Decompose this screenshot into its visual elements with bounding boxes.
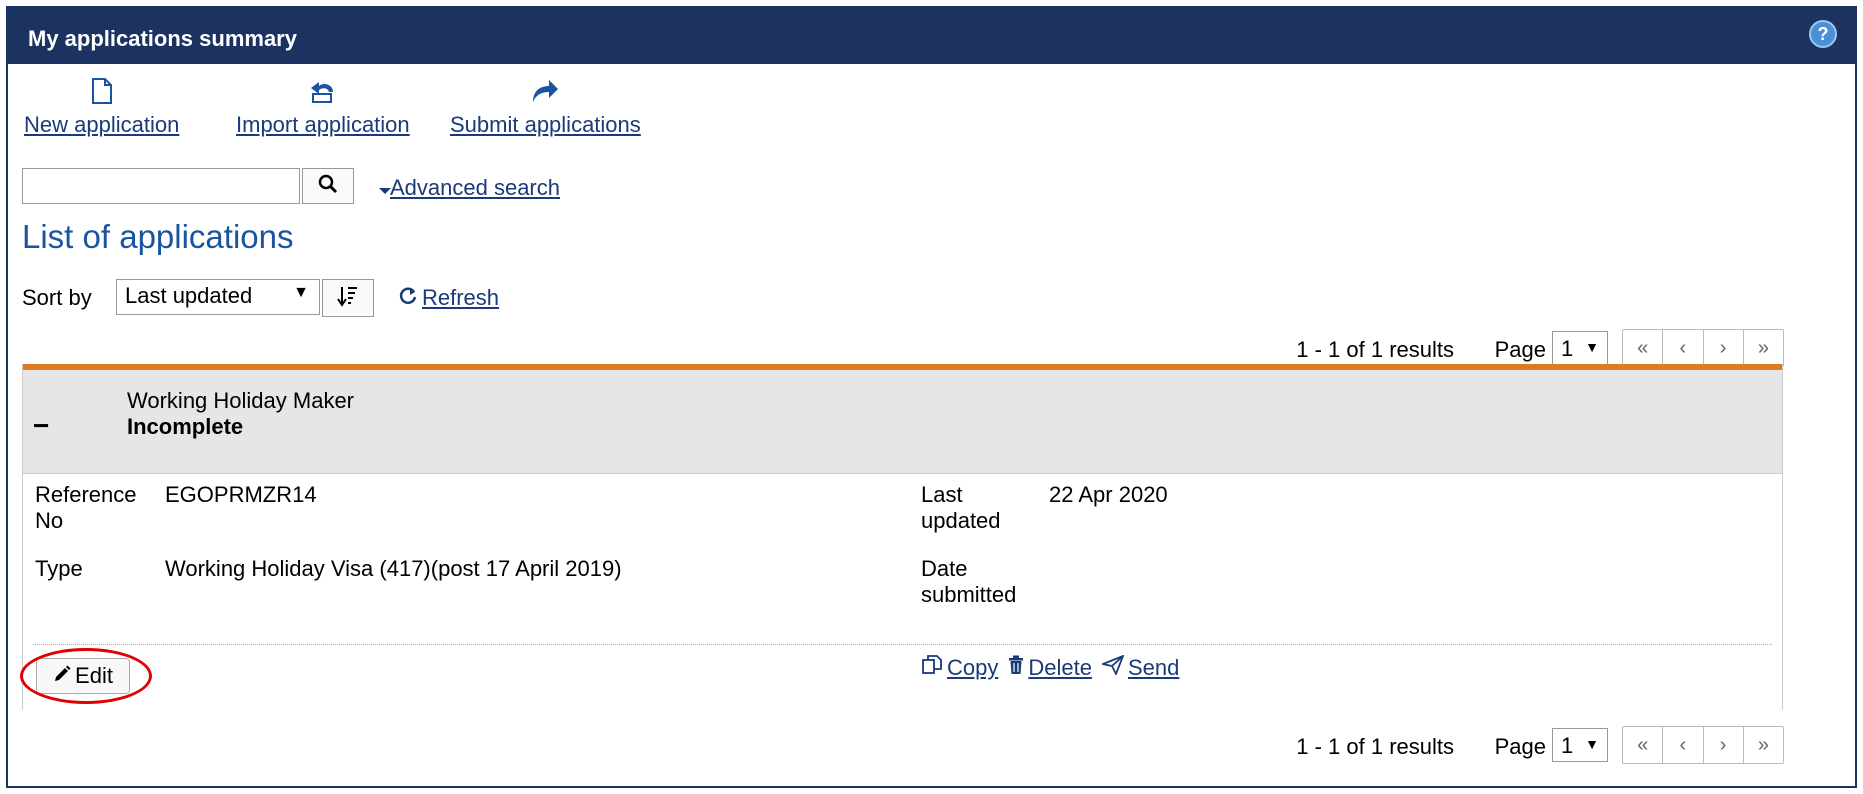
- document-icon: [24, 78, 179, 112]
- page-label: Page: [1494, 734, 1546, 759]
- edit-highlight-ring: [20, 648, 152, 704]
- copy-icon: [921, 655, 943, 681]
- date-submitted-label-line1: Date: [921, 556, 968, 581]
- type-value: Working Holiday Visa (417)(post 17 April…: [165, 556, 622, 581]
- pagination-top: 1 - 1 of 1 results Page 1 ▼ « ‹ › »: [1100, 329, 1784, 369]
- prev-page-button[interactable]: ‹: [1663, 727, 1704, 763]
- delete-action[interactable]: Delete: [1008, 655, 1092, 681]
- trash-icon: [1008, 655, 1024, 681]
- send-link[interactable]: Send: [1128, 655, 1179, 681]
- search-input[interactable]: [22, 168, 300, 204]
- import-application-action[interactable]: Import application: [236, 78, 410, 138]
- collapse-button[interactable]: −: [33, 410, 49, 442]
- sort-label: Sort by: [22, 285, 92, 310]
- sort-value: Last updated: [125, 283, 253, 308]
- type-label: Type: [35, 556, 83, 581]
- last-updated-value: 22 Apr 2020: [1049, 482, 1168, 507]
- copy-action[interactable]: Copy: [921, 655, 998, 681]
- submit-applications-link[interactable]: Submit applications: [450, 112, 641, 137]
- sort-direction-button[interactable]: [322, 279, 374, 317]
- send-icon: [1099, 654, 1125, 681]
- send-action[interactable]: Send: [1099, 654, 1179, 681]
- delete-link[interactable]: Delete: [1028, 655, 1092, 681]
- divider: [33, 644, 1772, 645]
- results-count: 1 - 1 of 1 results: [1296, 337, 1454, 362]
- list-title: List of applications: [22, 218, 294, 255]
- page-nav: « ‹ › »: [1622, 329, 1784, 367]
- sort-descending-icon: [337, 285, 359, 312]
- first-page-button[interactable]: «: [1623, 727, 1664, 763]
- date-submitted-label: Date submitted: [921, 556, 1016, 608]
- panel-header: My applications summary ?: [8, 8, 1855, 64]
- dropdown-arrow-icon: ▼: [293, 284, 309, 301]
- new-application-action[interactable]: New application: [24, 78, 179, 138]
- first-page-button[interactable]: «: [1623, 330, 1664, 366]
- refresh-control[interactable]: Refresh: [398, 285, 499, 311]
- last-updated-label-line1: Last: [921, 482, 963, 507]
- dropdown-arrow-icon: ▼: [1585, 339, 1599, 355]
- refresh-link[interactable]: Refresh: [422, 285, 499, 311]
- last-page-button[interactable]: »: [1744, 330, 1783, 366]
- help-icon[interactable]: ?: [1809, 20, 1837, 48]
- date-submitted-label-line2: submitted: [921, 582, 1017, 607]
- dropdown-arrow-icon: ▼: [1585, 736, 1599, 752]
- reference-value: EGOPRMZR14: [165, 482, 317, 507]
- page-label: Page: [1494, 337, 1546, 362]
- page-select[interactable]: 1 ▼: [1552, 331, 1608, 365]
- page-title: My applications summary: [28, 26, 297, 51]
- import-arrow-icon: [236, 78, 410, 112]
- reference-label-line2: No: [35, 508, 64, 533]
- copy-link[interactable]: Copy: [947, 655, 998, 681]
- last-updated-label-line2: updated: [921, 508, 1001, 533]
- results-count: 1 - 1 of 1 results: [1296, 734, 1454, 759]
- application-name: Working Holiday Maker: [127, 388, 355, 413]
- next-page-button[interactable]: ›: [1704, 727, 1744, 763]
- page-value: 1: [1561, 336, 1574, 361]
- refresh-icon: [398, 285, 418, 311]
- page-nav: « ‹ › »: [1622, 726, 1784, 764]
- card-header: − Working Holiday Maker Incomplete: [23, 370, 1782, 474]
- advanced-search-link[interactable]: Advanced search: [390, 175, 560, 201]
- page-value: 1: [1561, 733, 1574, 758]
- submit-applications-action[interactable]: Submit applications: [450, 78, 641, 138]
- page-select[interactable]: 1 ▼: [1552, 728, 1608, 762]
- import-application-link[interactable]: Import application: [236, 112, 410, 137]
- reference-label-line1: Reference: [35, 482, 137, 507]
- next-page-button[interactable]: ›: [1704, 330, 1744, 366]
- submit-arrow-icon: [450, 78, 641, 112]
- new-application-link[interactable]: New application: [24, 112, 179, 137]
- reference-label: Reference No: [35, 482, 137, 534]
- search-button[interactable]: [302, 168, 354, 204]
- pagination-bottom: 1 - 1 of 1 results Page 1 ▼ « ‹ › »: [1100, 726, 1784, 766]
- last-updated-label: Last updated: [921, 482, 1001, 534]
- search-icon: [318, 174, 338, 199]
- last-page-button[interactable]: »: [1744, 727, 1783, 763]
- sort-select[interactable]: Last updated ▼: [116, 279, 320, 315]
- prev-page-button[interactable]: ‹: [1663, 330, 1704, 366]
- application-card: − Working Holiday Maker Incomplete Refer…: [22, 364, 1783, 710]
- application-status: Incomplete: [127, 414, 244, 439]
- row-actions: Copy Delete Send: [921, 654, 1179, 681]
